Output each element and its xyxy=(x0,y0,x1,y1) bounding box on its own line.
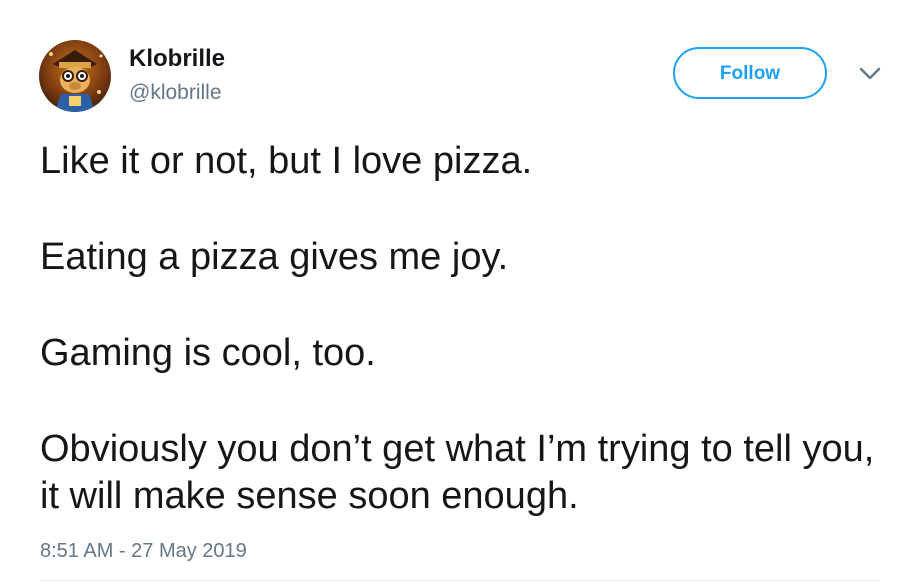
divider xyxy=(40,580,880,581)
tweet-paragraph: Obviously you don’t get what I’m trying … xyxy=(40,428,875,517)
tweet-text: Like it or not, but I love pizza. Eating… xyxy=(40,138,900,520)
avatar-image-icon xyxy=(39,40,111,112)
user-handle[interactable]: @klobrille xyxy=(129,80,222,106)
tweet-paragraph: Gaming is cool, too. xyxy=(40,332,376,374)
tweet-card: Klobrille @klobrille Follow Like it or n… xyxy=(0,0,924,584)
tweet-paragraph: Like it or not, but I love pizza. xyxy=(40,140,533,182)
chevron-down-icon[interactable] xyxy=(857,64,883,84)
tweet-timestamp[interactable]: 8:51 AM - 27 May 2019 xyxy=(40,538,247,564)
follow-button[interactable]: Follow xyxy=(673,47,827,99)
avatar[interactable] xyxy=(39,40,111,112)
tweet-paragraph: Eating a pizza gives me joy. xyxy=(40,236,509,278)
display-name[interactable]: Klobrille xyxy=(129,44,225,74)
